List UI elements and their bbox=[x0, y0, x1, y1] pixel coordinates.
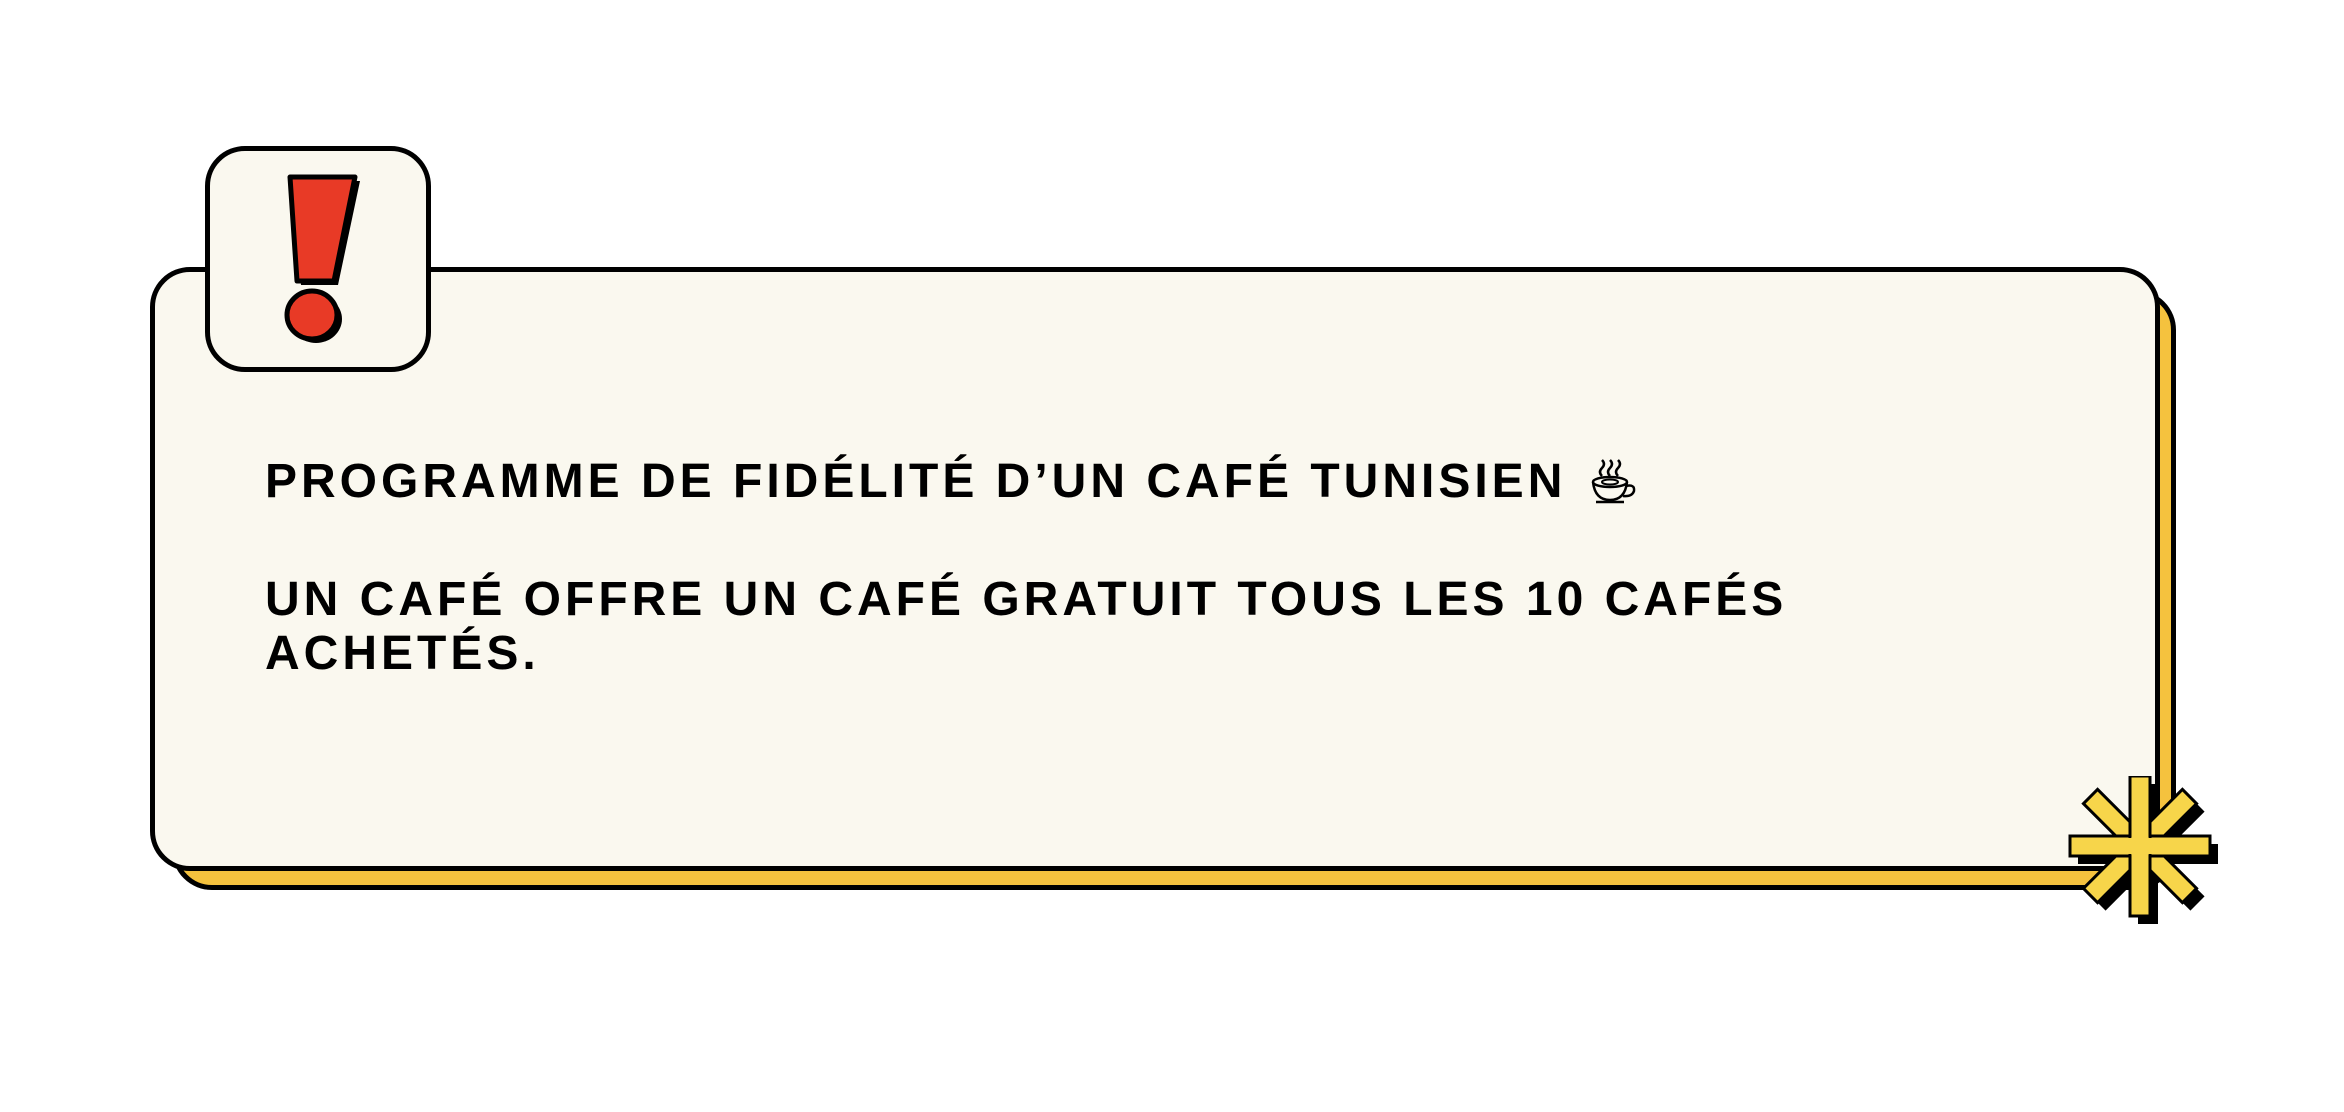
coffee-cup-icon bbox=[1592, 459, 1636, 504]
notice-text: PROGRAMME DE FIDÉLITÉ D’UN CAFÉ TUNISIEN… bbox=[265, 455, 2015, 681]
exclamation-icon bbox=[284, 174, 360, 343]
notice-body: UN CAFÉ OFFRE UN CAFÉ GRATUIT TOUS LES 1… bbox=[265, 573, 1788, 680]
notice-title: PROGRAMME DE FIDÉLITÉ D’UN CAFÉ TUNISIEN bbox=[265, 455, 1567, 508]
asterisk-icon bbox=[2068, 776, 2218, 924]
alert-badge bbox=[205, 146, 431, 372]
title-line: PROGRAMME DE FIDÉLITÉ D’UN CAFÉ TUNISIEN bbox=[265, 455, 2015, 509]
